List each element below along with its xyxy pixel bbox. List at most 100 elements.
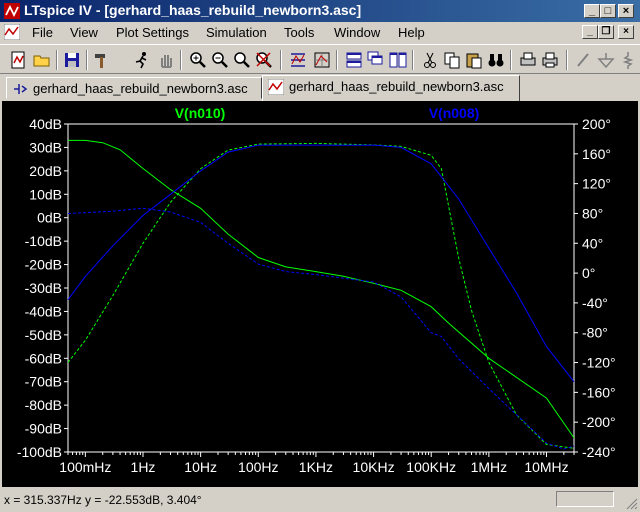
resistor-icon bbox=[622, 52, 634, 69]
run-figure-icon bbox=[135, 52, 147, 69]
menu-plot-settings[interactable]: Plot Settings bbox=[116, 25, 189, 40]
toolbar-separator bbox=[86, 50, 88, 70]
y-left-tick-label: 40dB bbox=[29, 116, 62, 132]
mdi-close-button[interactable]: × bbox=[618, 25, 634, 39]
floppy-disk-icon bbox=[65, 53, 79, 67]
find-button[interactable] bbox=[486, 50, 506, 70]
trace-vn008-phase bbox=[67, 207, 575, 450]
cut-button[interactable] bbox=[420, 50, 440, 70]
x-tick-label: 10MHz bbox=[524, 459, 568, 475]
mdi-minimize-button[interactable]: _ bbox=[582, 25, 598, 39]
resize-grip-icon[interactable] bbox=[626, 498, 638, 510]
run-button[interactable] bbox=[132, 50, 152, 70]
scissors-icon bbox=[424, 52, 436, 68]
minimize-button[interactable]: _ bbox=[584, 4, 600, 18]
y-left-tick-label: -100dB bbox=[17, 444, 62, 460]
open-folder-icon bbox=[33, 55, 50, 67]
tab-schematic[interactable]: gerhard_haas_rebuild_newborn3.asc bbox=[6, 77, 262, 99]
y-right-tick-label: 0° bbox=[582, 265, 595, 281]
pan-button[interactable] bbox=[156, 50, 176, 70]
paste-button[interactable] bbox=[464, 50, 484, 70]
menu-simulation[interactable]: Simulation bbox=[206, 25, 267, 40]
mdi-restore-button[interactable]: ❐ bbox=[598, 25, 614, 39]
document-tab-bar: gerhard_haas_rebuild_newborn3.asc gerhar… bbox=[0, 75, 640, 101]
menu-file[interactable]: File bbox=[32, 25, 53, 40]
line-tool-icon bbox=[577, 53, 589, 67]
binoculars-icon bbox=[488, 54, 504, 67]
print-preview-icon bbox=[520, 52, 536, 66]
legend-vn008[interactable]: V(n008) bbox=[429, 105, 480, 121]
waveform-plot-pane[interactable]: 40dB 30dB 20dB 10dB 0dB -10dB -20dB -30dB -40dB -… bbox=[2, 101, 638, 487]
status-panel bbox=[556, 491, 614, 507]
tab-waveform-label: gerhard_haas_rebuild_newborn3.asc bbox=[289, 79, 504, 94]
tile-horizontal-icon bbox=[346, 52, 362, 68]
x-tick-label: 100KHz bbox=[406, 459, 456, 475]
x-tick-label: 1KHz bbox=[299, 459, 333, 475]
y-left-tick-label: 10dB bbox=[29, 186, 62, 202]
autorange-button[interactable] bbox=[288, 50, 308, 70]
close-button[interactable]: × bbox=[618, 4, 634, 18]
toolbar-separator bbox=[280, 50, 282, 70]
ground-button[interactable] bbox=[596, 50, 616, 70]
tile-vertical-button[interactable] bbox=[388, 50, 408, 70]
toolbar-separator bbox=[180, 50, 182, 70]
y-left-tick-label: -50dB bbox=[25, 327, 62, 343]
print-button[interactable] bbox=[540, 50, 560, 70]
tile-vertical-icon bbox=[389, 52, 407, 68]
y-right-tick-label: -160° bbox=[582, 384, 616, 400]
printer-icon bbox=[542, 52, 558, 68]
y-right-tick-label: 200° bbox=[582, 116, 611, 132]
autorange-icon bbox=[291, 53, 305, 67]
new-schematic-button[interactable] bbox=[8, 50, 28, 70]
x-tick-label: 100Hz bbox=[238, 459, 278, 475]
menu-bar: File View Plot Settings Simulation Tools… bbox=[0, 22, 640, 42]
copy-button[interactable] bbox=[442, 50, 462, 70]
print-preview-button[interactable] bbox=[518, 50, 538, 70]
hand-pan-icon bbox=[161, 55, 172, 68]
menu-view[interactable]: View bbox=[70, 25, 98, 40]
toolbar-separator bbox=[412, 50, 414, 70]
menu-window[interactable]: Window bbox=[334, 25, 380, 40]
trace-vn008-magnitude bbox=[67, 144, 575, 383]
tab-waveform[interactable]: gerhard_haas_rebuild_newborn3.asc bbox=[262, 75, 520, 101]
draw-line-button[interactable] bbox=[574, 50, 594, 70]
paste-icon bbox=[466, 53, 482, 69]
x-tick-label: 1MHz bbox=[471, 459, 508, 475]
grid-button[interactable] bbox=[312, 50, 332, 70]
zoom-out-icon bbox=[212, 52, 228, 68]
y-left-tick-label: -80dB bbox=[25, 397, 62, 413]
toolbar-separator bbox=[336, 50, 338, 70]
y-right-tick-label: -120° bbox=[582, 355, 616, 371]
new-schematic-icon bbox=[11, 51, 25, 69]
control-panel-button[interactable] bbox=[92, 50, 112, 70]
zoom-out-button[interactable] bbox=[210, 50, 230, 70]
menu-help[interactable]: Help bbox=[398, 25, 425, 40]
y-right-tick-label: -80° bbox=[582, 325, 608, 341]
x-tick-label: 1Hz bbox=[131, 459, 156, 475]
zoom-in-button[interactable] bbox=[188, 50, 208, 70]
menu-tools[interactable]: Tools bbox=[284, 25, 314, 40]
open-button[interactable] bbox=[32, 50, 52, 70]
toolbar bbox=[0, 44, 640, 74]
y-left-tick-label: -70dB bbox=[25, 374, 62, 390]
plot-frame bbox=[67, 123, 575, 453]
bode-plot[interactable]: 40dB 30dB 20dB 10dB 0dB -10dB -20dB -30dB -40dB -… bbox=[2, 101, 638, 487]
waveform-document-icon[interactable] bbox=[4, 24, 20, 40]
maximize-button[interactable]: □ bbox=[600, 4, 616, 18]
y-left-tick-label: -20dB bbox=[25, 257, 62, 273]
cascade-button[interactable] bbox=[366, 50, 386, 70]
tile-horizontal-button[interactable] bbox=[344, 50, 364, 70]
zoom-cancel-button[interactable] bbox=[254, 50, 274, 70]
trace-vn010-phase bbox=[67, 142, 575, 449]
y-left-tick-label: -30dB bbox=[25, 280, 62, 296]
title-bar: LTspice IV - [gerhard_haas_rebuild_newbo… bbox=[0, 0, 640, 22]
legend-vn010[interactable]: V(n010) bbox=[175, 105, 226, 121]
cascade-windows-icon bbox=[367, 51, 383, 65]
hammer-icon bbox=[95, 54, 105, 68]
zoom-fit-button[interactable] bbox=[232, 50, 252, 70]
save-button[interactable] bbox=[62, 50, 82, 70]
zoom-cancel-icon bbox=[256, 52, 272, 68]
resistor-button[interactable] bbox=[618, 50, 638, 70]
y-right-tick-label: 80° bbox=[582, 205, 603, 221]
window-title: LTspice IV - [gerhard_haas_rebuild_newbo… bbox=[24, 2, 362, 18]
